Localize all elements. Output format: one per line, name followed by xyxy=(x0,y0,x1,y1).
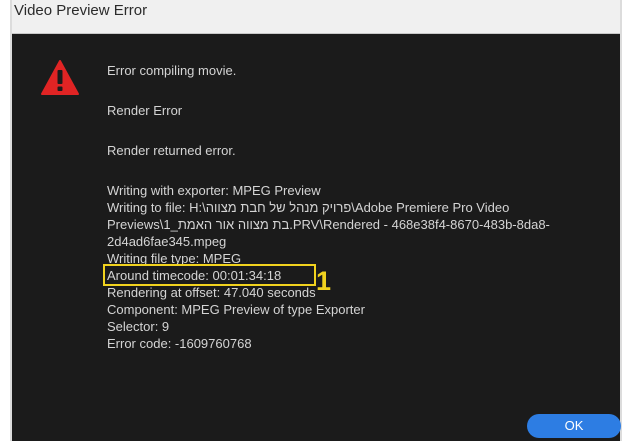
detail-component: Component: MPEG Preview of type Exporter xyxy=(107,302,365,317)
error-message-body: Error compiling movie. Render Error Rend… xyxy=(103,62,612,352)
detail-timecode-row: Around timecode: 00:01:34:18 xyxy=(103,264,612,286)
message-error-compiling: Error compiling movie. xyxy=(107,63,237,78)
message-render-error: Render Error xyxy=(107,103,183,118)
warning-triangle-icon xyxy=(41,60,79,95)
dialog-titlebar[interactable]: Video Preview Error xyxy=(12,0,620,34)
detail-file-path-2: Previews\1_בת מצווה אור האמת.PRV\Rendere… xyxy=(107,217,550,232)
detail-exporter: Writing with exporter: MPEG Preview xyxy=(107,183,321,198)
dialog-title: Video Preview Error xyxy=(14,2,148,19)
annotation-marker: 1 xyxy=(316,266,332,296)
message-render-returned: Render returned error. xyxy=(107,143,236,158)
detail-offset: Rendering at offset: 47.040 seconds xyxy=(107,285,316,300)
detail-file-path-1: Writing to file: H:\פרויק מנהל של חבת מצ… xyxy=(107,200,510,215)
detail-selector: Selector: 9 xyxy=(107,319,170,334)
detail-error-code: Error code: -1609760768 xyxy=(107,336,252,351)
ok-button[interactable]: OK xyxy=(527,414,621,438)
detail-file-path-3: 2d4ad6fae345.mpeg xyxy=(107,234,227,249)
error-dialog: Video Preview Error Error compiling movi… xyxy=(10,0,622,441)
annotation-highlight-box xyxy=(103,264,316,286)
timecode-highlight: Around timecode: 00:01:34:18 xyxy=(103,264,316,286)
